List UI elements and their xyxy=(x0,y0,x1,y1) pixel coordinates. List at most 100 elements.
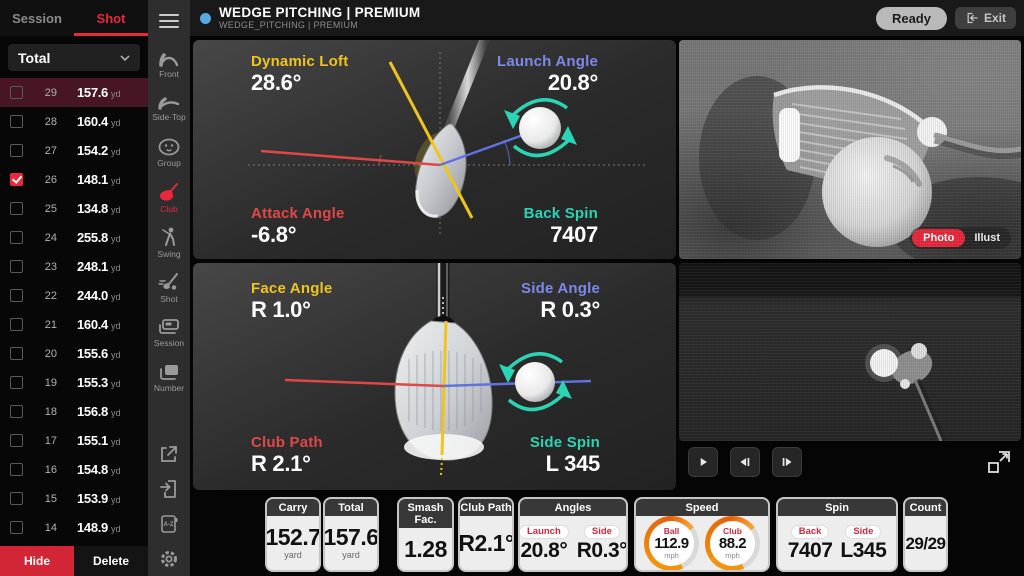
launch-value: 20.8° xyxy=(520,540,567,561)
exit-button[interactable]: Exit xyxy=(955,7,1016,29)
play-icon xyxy=(695,454,711,470)
number-view-icon xyxy=(157,363,181,381)
shot-distance: 157.6 xyxy=(66,85,108,100)
shot-list-item[interactable]: 16 154.8 yd xyxy=(0,455,148,484)
side-spin-value: L345 xyxy=(840,540,886,561)
shot-number: 28 xyxy=(35,116,57,128)
ball-speed-gauge: Ball 112.9 mph xyxy=(644,516,699,571)
shot-checkbox[interactable] xyxy=(10,434,23,447)
shot-distance: 154.2 xyxy=(66,143,108,158)
shot-list-item[interactable]: 26 148.1 yd xyxy=(0,165,148,194)
group-view-icon xyxy=(157,138,181,156)
import-file-icon[interactable] xyxy=(158,478,180,500)
attack-angle-metric: Attack Angle -6.8° xyxy=(251,206,345,247)
illust-toggle-option[interactable]: Illust xyxy=(965,229,1009,247)
shot-checkbox[interactable] xyxy=(10,86,23,99)
shot-list-item[interactable]: 20 155.6 yd xyxy=(0,339,148,368)
shot-checkbox[interactable] xyxy=(10,260,23,273)
share-export-icon[interactable] xyxy=(158,443,180,465)
shot-distance-unit: yd xyxy=(111,463,121,476)
shot-checkbox[interactable] xyxy=(10,405,23,418)
shot-number: 25 xyxy=(35,203,57,215)
shot-distance: 148.1 xyxy=(66,172,108,187)
sidebar-item-front[interactable]: Front xyxy=(148,40,190,85)
swing-view-icon xyxy=(158,227,180,247)
shot-checkbox[interactable] xyxy=(10,289,23,302)
shot-distance-unit: yd xyxy=(111,202,121,215)
history-tabs: Session Shot xyxy=(0,0,148,36)
carry-value: 152.7 xyxy=(265,526,320,549)
step-forward-button[interactable] xyxy=(772,447,802,477)
menu-icon[interactable] xyxy=(159,10,179,32)
sidebar-item-session[interactable]: Session xyxy=(148,310,190,355)
sidebar-item-club[interactable]: Club xyxy=(148,175,190,220)
shot-list-item[interactable]: 14 148.9 yd xyxy=(0,513,148,542)
total-filter-dropdown[interactable]: Total xyxy=(8,44,140,71)
shot-list-item[interactable]: 19 155.3 yd xyxy=(0,368,148,397)
shot-checkbox[interactable] xyxy=(10,231,23,244)
shot-list-item[interactable]: 29 157.6 yd xyxy=(0,78,148,107)
total-value: 157.6 xyxy=(323,526,378,549)
shot-list-item[interactable]: 22 244.0 yd xyxy=(0,281,148,310)
shot-checkbox[interactable] xyxy=(10,376,23,389)
shot-list-item[interactable]: 25 134.8 yd xyxy=(0,194,148,223)
shot-checkbox[interactable] xyxy=(10,463,23,476)
sidebar-item-swing[interactable]: Swing xyxy=(148,220,190,265)
shot-checkbox[interactable] xyxy=(10,144,23,157)
ready-button[interactable]: Ready xyxy=(876,7,947,30)
status-dot-icon xyxy=(200,13,211,24)
glossary-az-icon[interactable]: A-Z xyxy=(158,513,180,535)
shot-checkbox[interactable] xyxy=(10,173,23,186)
tab-session[interactable]: Session xyxy=(0,0,74,36)
tab-shot[interactable]: Shot xyxy=(74,0,148,36)
page-title: WEDGE PITCHING | PREMIUM xyxy=(219,6,420,20)
settings-gear-icon[interactable] xyxy=(158,548,180,570)
shot-distance: 134.8 xyxy=(66,201,108,216)
shot-distance-unit: yd xyxy=(111,86,121,99)
shot-checkbox[interactable] xyxy=(10,318,23,331)
shot-distance-unit: yd xyxy=(111,115,121,128)
overhead-camera-view xyxy=(679,263,1021,441)
shot-list-item[interactable]: 23 248.1 yd xyxy=(0,252,148,281)
fullscreen-button[interactable] xyxy=(985,448,1013,476)
shot-distance-unit: yd xyxy=(111,347,121,360)
shot-distance: 156.8 xyxy=(66,404,108,419)
hide-button[interactable]: Hide xyxy=(0,546,74,576)
shot-distance: 153.9 xyxy=(66,491,108,506)
step-back-button[interactable] xyxy=(730,447,760,477)
front-view-icon xyxy=(157,47,181,67)
shot-checkbox[interactable] xyxy=(10,521,23,534)
shot-number: 24 xyxy=(35,232,57,244)
shot-list-item[interactable]: 21 160.4 yd xyxy=(0,310,148,339)
sidebar-item-group[interactable]: Group xyxy=(148,130,190,175)
shot-list-item[interactable]: 18 156.8 yd xyxy=(0,397,148,426)
shot-history-panel: Session Shot Total 29 157.6 yd 28 160.4 … xyxy=(0,0,148,576)
shot-checkbox[interactable] xyxy=(10,347,23,360)
shot-checkbox[interactable] xyxy=(10,115,23,128)
shot-list-item[interactable]: 15 153.9 yd xyxy=(0,484,148,513)
play-button[interactable] xyxy=(688,447,718,477)
shot-checkbox[interactable] xyxy=(10,492,23,505)
session-view-icon xyxy=(157,318,181,336)
shot-list-item[interactable]: 27 154.2 yd xyxy=(0,136,148,165)
shot-list-item[interactable]: 17 155.1 yd xyxy=(0,426,148,455)
side-spin-metric: Side Spin L 345 xyxy=(530,435,600,476)
photo-toggle-option[interactable]: Photo xyxy=(912,229,965,247)
side-spin-tag: Side xyxy=(845,525,881,539)
shot-list-item[interactable]: 28 160.4 yd xyxy=(0,107,148,136)
launch-angle-metric: Launch Angle 20.8° xyxy=(497,54,598,95)
delete-button[interactable]: Delete xyxy=(74,546,148,576)
shot-checkbox[interactable] xyxy=(10,202,23,215)
sidebar-item-shot[interactable]: Shot xyxy=(148,265,190,310)
sidebar-tools: A-Z xyxy=(148,443,190,570)
impact-camera-view: Photo Illust xyxy=(679,40,1021,259)
stat-card-smash: Smash Fac. 1.28 xyxy=(397,497,454,572)
shot-number: 19 xyxy=(35,377,57,389)
step-back-icon xyxy=(737,454,753,470)
shot-list-item[interactable]: 24 255.8 yd xyxy=(0,223,148,252)
sidebar-item-number[interactable]: Number xyxy=(148,355,190,400)
total-unit: yard xyxy=(342,550,360,560)
sidebar-item-side-top[interactable]: Side·Top xyxy=(148,85,190,130)
shot-distance: 255.8 xyxy=(66,230,108,245)
shot-distance-unit: yd xyxy=(111,521,121,534)
